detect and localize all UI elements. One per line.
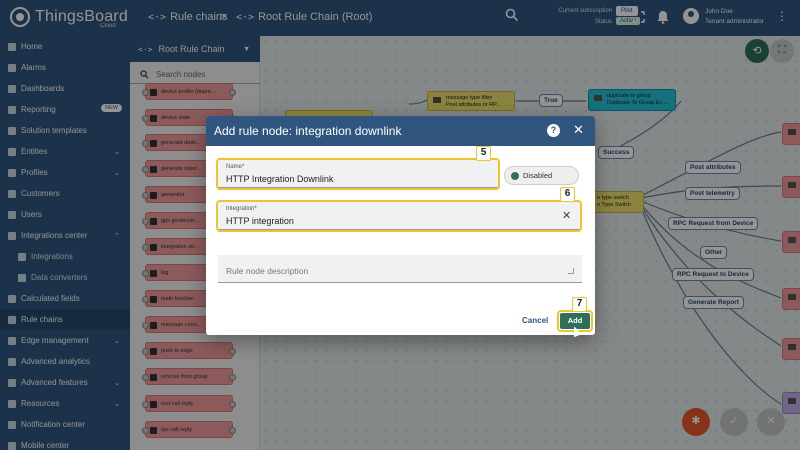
integration-field-highlight <box>216 200 582 232</box>
step-badge-name: 5 <box>476 146 491 161</box>
add-rule-node-dialog: Add rule node: integration downlink ? ✕ … <box>206 116 595 335</box>
step-badge-integration: 6 <box>560 187 575 202</box>
close-icon[interactable]: ✕ <box>573 122 584 138</box>
description-field[interactable]: Rule node description <box>218 255 582 283</box>
step-badge-add: 7 <box>572 297 587 312</box>
dialog-header: Add rule node: integration downlink <box>206 116 595 146</box>
dialog-title: Add rule node: integration downlink <box>214 124 402 138</box>
help-icon[interactable]: ? <box>547 124 560 137</box>
debug-toggle-icon <box>511 172 519 180</box>
description-placeholder: Rule node description <box>226 266 309 276</box>
disabled-toggle[interactable]: Disabled <box>504 166 579 185</box>
cancel-button[interactable]: Cancel <box>522 316 548 325</box>
name-field-highlight <box>216 158 500 190</box>
resize-handle-icon[interactable] <box>568 268 574 274</box>
